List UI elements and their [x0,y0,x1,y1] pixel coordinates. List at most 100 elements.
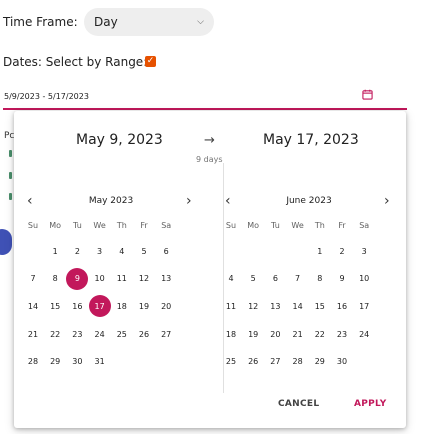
date-range-picker: May 9, 2023 → May 17, 2023 9 days ‹ May … [14,111,406,428]
selected-day[interactable]: 9 [66,267,89,290]
day-cell[interactable]: 20 [264,323,286,345]
day-cell[interactable]: 30 [331,351,353,373]
day-cell[interactable]: 4 [220,268,242,290]
prev-month-button[interactable]: ‹ [225,194,231,208]
day-cell[interactable]: 24 [353,323,375,345]
apply-button[interactable]: APPLY [354,399,387,409]
day-cell[interactable]: 16 [331,295,353,317]
day-cell[interactable]: 2 [331,240,353,262]
day-cell[interactable]: 26 [133,323,155,345]
day-cell[interactable]: 21 [22,323,44,345]
day-cell[interactable]: 30 [66,351,88,373]
day-cell[interactable]: 22 [309,323,331,345]
month-title: June 2023 [286,196,332,206]
date-range-field[interactable]: 5/9/2023 - 5/17/2023 [3,86,407,110]
day-cell[interactable]: 11 [111,268,133,290]
prev-month-button[interactable]: ‹ [27,194,33,208]
day-cell[interactable]: 10 [353,268,375,290]
day-cell[interactable]: 9 [331,268,353,290]
day-cell[interactable]: 17 [353,295,375,317]
day-cell[interactable]: 28 [287,351,309,373]
day-cell[interactable]: 15 [309,295,331,317]
day-cell[interactable]: 5 [242,268,264,290]
day-cell[interactable]: 5 [133,240,155,262]
chevron-down-icon: ⌵ [197,17,204,27]
month-title: May 2023 [88,196,134,206]
day-cell[interactable]: 23 [66,323,88,345]
range-label: Dates: Select by Range: [3,55,148,69]
background-mark [9,193,12,200]
weekday-label: Th [314,221,325,230]
weekday-label: We [291,221,304,230]
end-date-heading: May 17, 2023 [263,132,359,148]
background-mark [9,150,12,157]
day-cell[interactable]: 29 [44,351,66,373]
day-cell[interactable]: 13 [264,295,286,317]
day-cell[interactable]: 11 [220,295,242,317]
day-cell[interactable]: 18 [220,323,242,345]
day-cell[interactable]: 20 [155,295,177,317]
day-cell[interactable]: 31 [89,351,111,373]
day-cell[interactable]: 1 [309,240,331,262]
day-cell[interactable]: 10 [89,268,111,290]
weekday-label: Tu [271,221,280,230]
days-count: 9 days [196,155,223,164]
day-cell[interactable]: 21 [287,323,309,345]
weekday-label: Fr [140,221,148,230]
day-cell[interactable]: 24 [89,323,111,345]
weekday-label: Th [116,221,127,230]
day-cell[interactable]: 8 [44,268,66,290]
day-cell[interactable]: 12 [133,268,155,290]
day-cell[interactable]: 3 [89,240,111,262]
day-cell[interactable]: 7 [22,268,44,290]
weekday-label: Fr [338,221,346,230]
day-cell[interactable]: 28 [22,351,44,373]
background-partial-text: Pc [4,131,15,141]
weekday-label: Su [225,221,237,230]
day-cell[interactable]: 14 [22,295,44,317]
weekday-label: Mo [49,221,62,230]
time-frame-select[interactable]: Day ⌵ [84,8,214,36]
day-cell[interactable]: 19 [242,323,264,345]
day-cell[interactable]: 25 [111,323,133,345]
start-date-heading: May 9, 2023 [76,132,163,148]
day-cell[interactable]: 6 [264,268,286,290]
day-cell[interactable]: 25 [220,351,242,373]
cancel-button[interactable]: CANCEL [278,399,319,409]
calendar-icon[interactable] [362,89,373,100]
weekday-label: Su [27,221,39,230]
selected-day[interactable]: 17 [88,295,111,318]
day-cell[interactable]: 4 [111,240,133,262]
day-cell[interactable]: 16 [66,295,88,317]
day-cell[interactable]: 8 [309,268,331,290]
arrow-right-icon: → [204,133,215,148]
day-cell[interactable]: 6 [155,240,177,262]
background-button [0,229,12,255]
weekday-label: We [93,221,106,230]
time-frame-label: Time Frame: [3,15,78,29]
next-month-button[interactable]: › [186,194,192,208]
day-cell[interactable]: 13 [155,268,177,290]
day-cell[interactable]: 3 [353,240,375,262]
day-cell[interactable]: 23 [331,323,353,345]
day-cell[interactable]: 29 [309,351,331,373]
day-cell[interactable]: 27 [264,351,286,373]
day-cell[interactable]: 12 [242,295,264,317]
day-cell[interactable]: 2 [66,240,88,262]
day-cell[interactable]: 1 [44,240,66,262]
range-checkbox[interactable]: ✓ [145,56,156,67]
background-mark [9,172,12,179]
day-cell[interactable]: 14 [287,295,309,317]
day-cell[interactable]: 15 [44,295,66,317]
check-icon: ✓ [146,56,155,66]
day-cell[interactable]: 27 [155,323,177,345]
weekday-label: Sa [161,221,172,230]
day-cell[interactable]: 18 [111,295,133,317]
day-cell[interactable]: 19 [133,295,155,317]
date-range-value: 5/9/2023 - 5/17/2023 [4,92,89,101]
day-cell[interactable]: 7 [287,268,309,290]
next-month-button[interactable]: › [384,194,390,208]
day-cell[interactable]: 22 [44,323,66,345]
time-frame-value: Day [94,15,118,29]
day-cell[interactable]: 26 [242,351,264,373]
